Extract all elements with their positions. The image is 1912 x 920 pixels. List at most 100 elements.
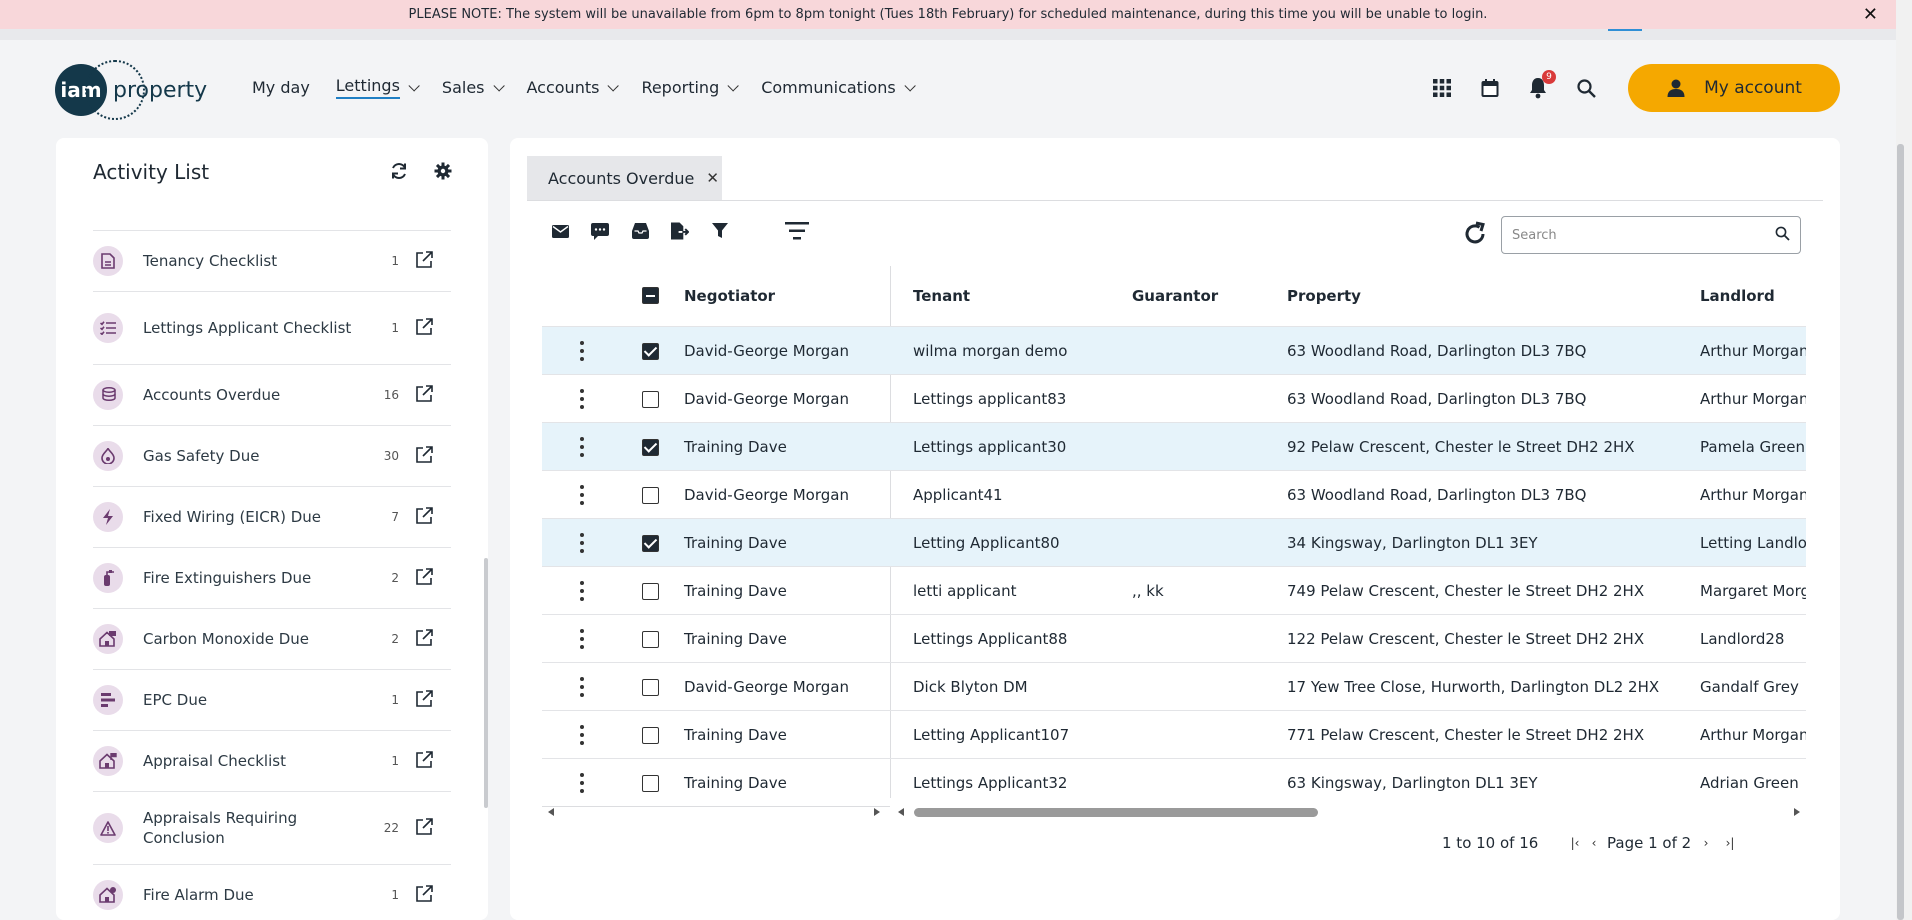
row-menu-icon[interactable]	[580, 437, 584, 457]
activity-item-accounts-overdue[interactable]: Accounts Overdue 16	[93, 365, 451, 426]
open-external-icon[interactable]	[415, 446, 435, 466]
row-checkbox[interactable]	[642, 583, 659, 600]
activity-item-tenancy-checklist[interactable]: Tenancy Checklist 1	[93, 231, 451, 292]
cell-tenant: wilma morgan demo	[913, 342, 1068, 360]
sms-icon[interactable]	[591, 222, 609, 240]
grid-refresh-icon[interactable]	[1462, 221, 1490, 249]
column-header-guarantor[interactable]: Guarantor	[1132, 287, 1218, 305]
table-row[interactable]: David-George Morgan Lettings applicant83 6…	[542, 374, 1806, 422]
row-menu-icon[interactable]	[580, 629, 584, 649]
activity-item-appraisal-checklist[interactable]: Appraisal Checklist 1	[93, 731, 451, 792]
table-row[interactable]: David-George Morgan Applicant41 63 Woodlan…	[542, 470, 1806, 518]
search-icon[interactable]	[1574, 76, 1598, 100]
apps-grid-icon[interactable]	[1430, 76, 1454, 100]
cell-landlord: Landlord28	[1700, 630, 1785, 648]
activity-item-fire-extinguishers-due[interactable]: Fire Extinguishers Due 2	[93, 548, 451, 609]
column-header-negotiator[interactable]: Negotiator	[684, 287, 775, 305]
scroll-left-arrow-icon[interactable]	[548, 808, 554, 816]
search-icon[interactable]	[1775, 226, 1790, 245]
row-menu-icon[interactable]	[580, 485, 584, 505]
table-row[interactable]: David-George Morgan Dick Blyton DM 17 Yew …	[542, 662, 1806, 710]
row-checkbox[interactable]	[642, 343, 659, 360]
export-file-icon[interactable]	[671, 222, 689, 240]
tab-accounts-overdue[interactable]: Accounts Overdue ✕	[527, 156, 722, 200]
nav-item-reporting[interactable]: Reporting	[641, 76, 739, 99]
letter-tray-icon[interactable]	[631, 222, 649, 240]
previous-page-icon[interactable]: ‹	[1587, 836, 1601, 850]
nav-item-communications[interactable]: Communications	[761, 76, 916, 99]
row-menu-icon[interactable]	[580, 773, 584, 793]
row-checkbox[interactable]	[642, 775, 659, 792]
nav-item-label: Communications	[761, 78, 896, 97]
logo[interactable]: iam property	[55, 60, 207, 120]
table-row[interactable]: Training Dave Lettings Applicant32 63 King…	[542, 758, 1806, 806]
row-menu-icon[interactable]	[580, 581, 584, 601]
activity-item-carbon-monoxide-due[interactable]: Carbon Monoxide Due 2	[93, 609, 451, 670]
row-checkbox[interactable]	[642, 631, 659, 648]
scroll-right-arrow-icon[interactable]	[1794, 808, 1800, 816]
table-row[interactable]: David-George Morgan wilma morgan demo 63 W…	[542, 326, 1806, 374]
calendar-icon[interactable]	[1478, 76, 1502, 100]
open-external-icon[interactable]	[415, 251, 435, 271]
row-menu-icon[interactable]	[580, 533, 584, 553]
select-all-checkbox[interactable]	[642, 287, 659, 304]
open-external-icon[interactable]	[415, 385, 435, 405]
scroll-right-arrow-icon[interactable]	[874, 808, 880, 816]
table-row[interactable]: Training Dave Lettings applicant30 92 Pela…	[542, 422, 1806, 470]
nav-item-lettings[interactable]: Lettings	[335, 76, 420, 99]
row-menu-icon[interactable]	[580, 341, 584, 361]
activity-item-lettings-applicant-checklist[interactable]: Lettings Applicant Checklist 1	[93, 292, 451, 365]
last-page-icon[interactable]: ›|	[1723, 836, 1737, 850]
activity-item-gas-safety-due[interactable]: Gas Safety Due 30	[93, 426, 451, 487]
refresh-icon[interactable]	[390, 162, 408, 184]
table-row[interactable]: Training Dave Letting Applicant107 771 Pel…	[542, 710, 1806, 758]
row-menu-icon[interactable]	[580, 725, 584, 745]
sort-lines-icon[interactable]	[785, 222, 809, 240]
activity-item-appraisals-requiring-conclusion[interactable]: Appraisals Requiring Conclusion 22	[93, 792, 451, 865]
row-checkbox[interactable]	[642, 439, 659, 456]
nav-item-accounts[interactable]: Accounts	[527, 76, 620, 99]
nav-item-my-day[interactable]: My day	[252, 76, 310, 99]
banner-close-icon[interactable]: ✕	[1863, 4, 1878, 25]
activity-item-epc-due[interactable]: EPC Due 1	[93, 670, 451, 731]
email-icon[interactable]	[551, 222, 569, 240]
row-checkbox[interactable]	[642, 487, 659, 504]
open-external-icon[interactable]	[415, 507, 435, 527]
column-header-property[interactable]: Property	[1287, 287, 1361, 305]
nav-item-sales[interactable]: Sales	[442, 76, 505, 99]
grid-horizontal-scrollbar[interactable]	[542, 806, 1806, 818]
grid-search-input[interactable]	[1512, 227, 1775, 243]
row-checkbox[interactable]	[642, 679, 659, 696]
my-account-button[interactable]: My account	[1628, 64, 1840, 112]
row-checkbox[interactable]	[642, 535, 659, 552]
open-external-icon[interactable]	[415, 885, 435, 905]
activity-item-fixed-wiring-eicr-due[interactable]: Fixed Wiring (EICR) Due 7	[93, 487, 451, 548]
row-checkbox[interactable]	[642, 727, 659, 744]
open-external-icon[interactable]	[415, 629, 435, 649]
column-header-tenant[interactable]: Tenant	[913, 287, 970, 305]
table-row[interactable]: Training Dave Lettings Applicant88 122 Pel…	[542, 614, 1806, 662]
page-scrollbar-thumb[interactable]	[1897, 144, 1904, 920]
table-row[interactable]: Training Dave letti applicant ,, kk 749 Pel…	[542, 566, 1806, 614]
open-external-icon[interactable]	[415, 751, 435, 771]
filter-funnel-icon[interactable]	[711, 222, 729, 240]
activity-list-scrollbar[interactable]	[484, 558, 488, 808]
open-external-icon[interactable]	[415, 568, 435, 588]
open-external-icon[interactable]	[415, 818, 435, 838]
first-page-icon[interactable]: |‹	[1568, 836, 1582, 850]
scroll-thumb[interactable]	[914, 808, 1318, 817]
notifications-bell-icon[interactable]: 9	[1526, 70, 1556, 100]
open-external-icon[interactable]	[415, 690, 435, 710]
row-menu-icon[interactable]	[580, 677, 584, 697]
open-external-icon[interactable]	[415, 318, 435, 338]
tab-close-icon[interactable]: ✕	[706, 169, 719, 187]
row-checkbox[interactable]	[642, 391, 659, 408]
activity-item-fire-alarm-due[interactable]: Fire Alarm Due 1	[93, 865, 451, 920]
table-row[interactable]: Training Dave Letting Applicant80 34 Kings…	[542, 518, 1806, 566]
column-header-landlord[interactable]: Landlord	[1700, 287, 1775, 305]
scroll-left-arrow-icon[interactable]	[898, 808, 904, 816]
next-page-icon[interactable]: ›	[1699, 836, 1713, 850]
settings-gear-icon[interactable]	[434, 162, 452, 184]
row-menu-icon[interactable]	[580, 389, 584, 409]
coins-icon	[93, 380, 123, 410]
